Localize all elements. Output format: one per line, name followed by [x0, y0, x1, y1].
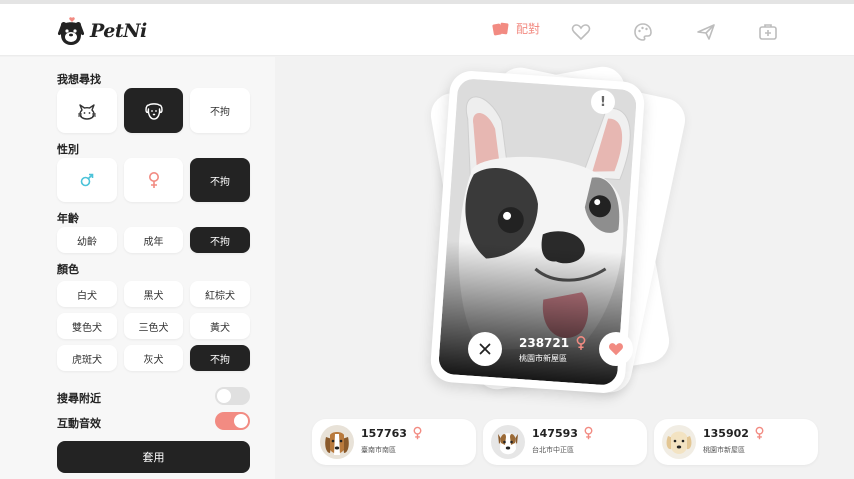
match-location: 臺南市南區 [361, 446, 396, 454]
female-icon [576, 336, 586, 350]
cat-icon [78, 103, 96, 120]
first-aid-icon[interactable] [758, 22, 778, 42]
option-color-black[interactable]: 黑犬 [124, 281, 183, 307]
beagle-avatar [320, 425, 354, 459]
option-female[interactable] [124, 158, 183, 202]
match-id: 147593 [532, 426, 578, 440]
dog-icon [144, 102, 163, 120]
female-icon [755, 426, 764, 440]
option-color-yellow[interactable]: 黃犬 [190, 313, 250, 339]
match-item[interactable]: 135902 桃園市新屋區 [654, 419, 818, 465]
apply-button[interactable]: 套用 [57, 441, 250, 473]
color-title: 顏色 [57, 263, 79, 276]
male-icon [80, 173, 94, 187]
cards-icon [492, 22, 509, 35]
gender-title: 性別 [57, 143, 79, 156]
report-button[interactable]: ! [591, 90, 615, 114]
close-icon [479, 343, 491, 355]
like-button[interactable] [599, 332, 633, 366]
nav-match[interactable]: 配對 [492, 20, 540, 37]
match-item[interactable]: 157763 臺南市南區 [312, 419, 476, 465]
paper-plane-icon[interactable] [696, 22, 716, 42]
sound-label: 互動音效 [57, 417, 101, 430]
female-icon [584, 426, 593, 440]
logo[interactable]: PetNi [56, 14, 147, 48]
match-item[interactable]: 147593 台北市中正區 [483, 419, 647, 465]
toggle-knob [217, 389, 231, 403]
option-age-adult[interactable]: 成年 [124, 227, 183, 253]
option-color-red-brown[interactable]: 紅棕犬 [190, 281, 250, 307]
match-location: 台北市中正區 [532, 446, 574, 454]
option-color-brindle[interactable]: 虎斑犬 [57, 345, 117, 371]
dog-logo-icon [57, 17, 85, 45]
option-color-tricolor[interactable]: 三色犬 [124, 313, 183, 339]
option-color-grey[interactable]: 灰犬 [124, 345, 183, 371]
option-dog[interactable] [124, 88, 183, 133]
option-color-white[interactable]: 白犬 [57, 281, 117, 307]
option-male[interactable] [57, 158, 117, 202]
heart-outline-icon[interactable] [571, 22, 591, 42]
logo-text: PetNi [90, 20, 147, 42]
female-icon [148, 172, 159, 188]
golden-puppy-avatar [662, 425, 696, 459]
app-header: PetNi 配對 [0, 4, 854, 56]
match-location: 桃園市新屋區 [703, 446, 745, 454]
pet-avatar [662, 425, 696, 459]
nearby-label: 搜尋附近 [57, 392, 101, 405]
age-title: 年齡 [57, 212, 79, 225]
match-id: 135902 [703, 426, 749, 440]
nearby-toggle[interactable] [215, 387, 250, 405]
option-search-any[interactable]: 不拘 [190, 88, 250, 133]
nav-match-label: 配對 [516, 22, 541, 36]
dislike-button[interactable] [468, 332, 502, 366]
alert-icon: ! [600, 94, 606, 110]
pet-avatar [320, 425, 354, 459]
option-gender-any[interactable]: 不拘 [190, 158, 250, 202]
card-pet-id: 238721 [519, 336, 570, 350]
match-id-row: 157763 [361, 426, 423, 440]
option-color-bicolor[interactable]: 雙色犬 [57, 313, 117, 339]
option-cat[interactable] [57, 88, 117, 133]
heart-icon [609, 343, 623, 356]
match-id: 157763 [361, 426, 407, 440]
jack-russell-avatar [491, 425, 525, 459]
option-age-young[interactable]: 幼齡 [57, 227, 117, 253]
option-age-any[interactable]: 不拘 [190, 227, 250, 253]
match-id-row: 147593 [532, 426, 594, 440]
toggle-knob [234, 414, 248, 428]
card-pet-id-row: 238721 [519, 335, 587, 351]
female-icon [413, 426, 422, 440]
search-title: 我想尋找 [57, 73, 101, 86]
match-id-row: 135902 [703, 426, 765, 440]
sound-toggle[interactable] [215, 412, 250, 430]
option-color-any[interactable]: 不拘 [190, 345, 250, 371]
palette-icon[interactable] [633, 22, 653, 42]
pet-avatar [491, 425, 525, 459]
card-pet-location: 桃園市新屋區 [519, 354, 567, 363]
